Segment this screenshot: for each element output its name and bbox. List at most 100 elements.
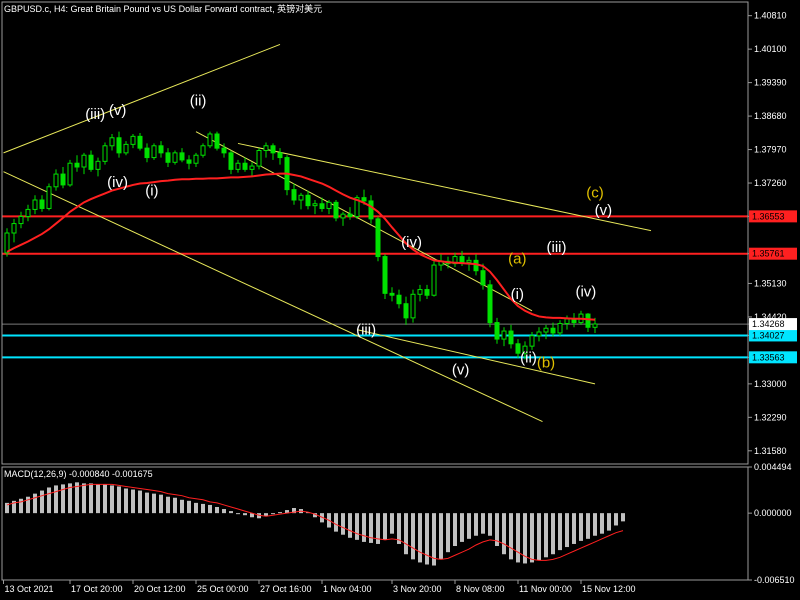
trendline[interactable]: [3, 171, 543, 423]
macd-histogram-bar: [411, 513, 415, 560]
candle[interactable]: [18, 216, 24, 225]
candle[interactable]: [214, 133, 220, 149]
candle[interactable]: [361, 197, 367, 202]
candle[interactable]: [291, 189, 297, 201]
candle[interactable]: [347, 213, 353, 217]
candle[interactable]: [340, 213, 346, 219]
wave-label: (a): [508, 251, 526, 268]
candle[interactable]: [312, 203, 318, 207]
candle[interactable]: [263, 145, 269, 152]
candle[interactable]: [480, 270, 486, 286]
candle[interactable]: [221, 147, 227, 154]
candle[interactable]: [46, 186, 52, 209]
candle[interactable]: [298, 194, 304, 201]
candle[interactable]: [144, 147, 150, 159]
candle[interactable]: [25, 208, 31, 218]
macd-histogram-bar: [33, 493, 37, 514]
macd-histogram-bar: [229, 511, 233, 514]
candle[interactable]: [431, 264, 437, 296]
candle[interactable]: [417, 289, 423, 295]
candle[interactable]: [39, 199, 45, 209]
candle[interactable]: [32, 199, 38, 210]
candle[interactable]: [466, 259, 472, 263]
macd-histogram-bar: [530, 513, 534, 563]
candle[interactable]: [81, 154, 87, 168]
candle[interactable]: [375, 218, 381, 258]
candle[interactable]: [88, 154, 94, 170]
candle[interactable]: [501, 330, 507, 340]
candle[interactable]: [459, 256, 465, 263]
candle[interactable]: [326, 201, 332, 209]
wave-label: (c): [586, 185, 604, 202]
candle[interactable]: [333, 201, 339, 219]
candle[interactable]: [249, 165, 255, 170]
candle[interactable]: [60, 173, 66, 186]
candle[interactable]: [543, 327, 549, 333]
candle[interactable]: [494, 322, 500, 340]
candle[interactable]: [11, 223, 17, 234]
macd-histogram-bar: [243, 513, 247, 516]
candle[interactable]: [382, 256, 388, 294]
macd-histogram-bar: [278, 512, 282, 514]
wave-label: (v): [595, 202, 613, 219]
candle[interactable]: [487, 284, 493, 324]
candle[interactable]: [529, 335, 535, 347]
candle[interactable]: [53, 173, 59, 188]
candle[interactable]: [67, 162, 73, 186]
candle[interactable]: [179, 152, 185, 161]
candle[interactable]: [200, 145, 206, 156]
macd-histogram-bar: [215, 506, 219, 514]
candle[interactable]: [564, 318, 570, 325]
candle[interactable]: [557, 323, 563, 334]
candle[interactable]: [109, 137, 115, 147]
candle[interactable]: [305, 194, 311, 207]
macd-pane[interactable]: [5, 482, 625, 566]
candle[interactable]: [186, 159, 192, 164]
candle[interactable]: [585, 313, 591, 328]
chart-canvas[interactable]: (iii) (v)(ii)(iv) (i)(iii)(iv)(v)(a)(i)(ii…: [0, 0, 800, 600]
candle[interactable]: [550, 327, 556, 334]
candle[interactable]: [424, 289, 430, 296]
candle[interactable]: [256, 150, 262, 167]
candle[interactable]: [193, 154, 199, 164]
macd-histogram-bar: [145, 492, 149, 514]
candle[interactable]: [410, 293, 416, 319]
candle[interactable]: [536, 331, 542, 337]
candle[interactable]: [270, 145, 276, 154]
candle[interactable]: [228, 152, 234, 170]
candle[interactable]: [235, 162, 241, 170]
candle[interactable]: [207, 133, 213, 147]
candle[interactable]: [102, 145, 108, 162]
candle[interactable]: [473, 259, 479, 272]
candle[interactable]: [319, 203, 325, 209]
macd-histogram-bar: [579, 513, 583, 541]
candle[interactable]: [592, 323, 598, 328]
candle[interactable]: [158, 145, 164, 154]
macd-histogram-bar: [607, 513, 611, 531]
candle[interactable]: [116, 137, 122, 154]
candle[interactable]: [368, 200, 374, 220]
candle[interactable]: [403, 303, 409, 319]
wave-label: (i): [511, 286, 524, 303]
candle[interactable]: [95, 160, 101, 170]
candle[interactable]: [242, 162, 248, 170]
price-pane[interactable]: (iii) (v)(ii)(iv) (i)(iii)(iv)(v)(a)(i)(ii…: [2, 43, 748, 423]
x-tick-label: 1 Nov 04:00: [323, 584, 372, 594]
candle[interactable]: [389, 292, 395, 296]
macd-histogram-bar: [355, 513, 359, 540]
candle[interactable]: [151, 145, 157, 159]
candle[interactable]: [4, 232, 10, 254]
x-tick-label: 13 Oct 2021: [5, 584, 54, 594]
candle[interactable]: [74, 162, 80, 168]
macd-histogram-bar: [54, 485, 58, 514]
candle[interactable]: [137, 135, 143, 149]
candle[interactable]: [396, 294, 402, 305]
x-tick-label: 3 Nov 20:00: [393, 584, 442, 594]
candle[interactable]: [123, 143, 129, 154]
macd-pane-frame: [1, 466, 749, 581]
candle[interactable]: [172, 152, 178, 163]
candle[interactable]: [165, 152, 171, 163]
candle[interactable]: [130, 135, 136, 145]
candle[interactable]: [277, 152, 283, 159]
candle[interactable]: [508, 330, 514, 345]
